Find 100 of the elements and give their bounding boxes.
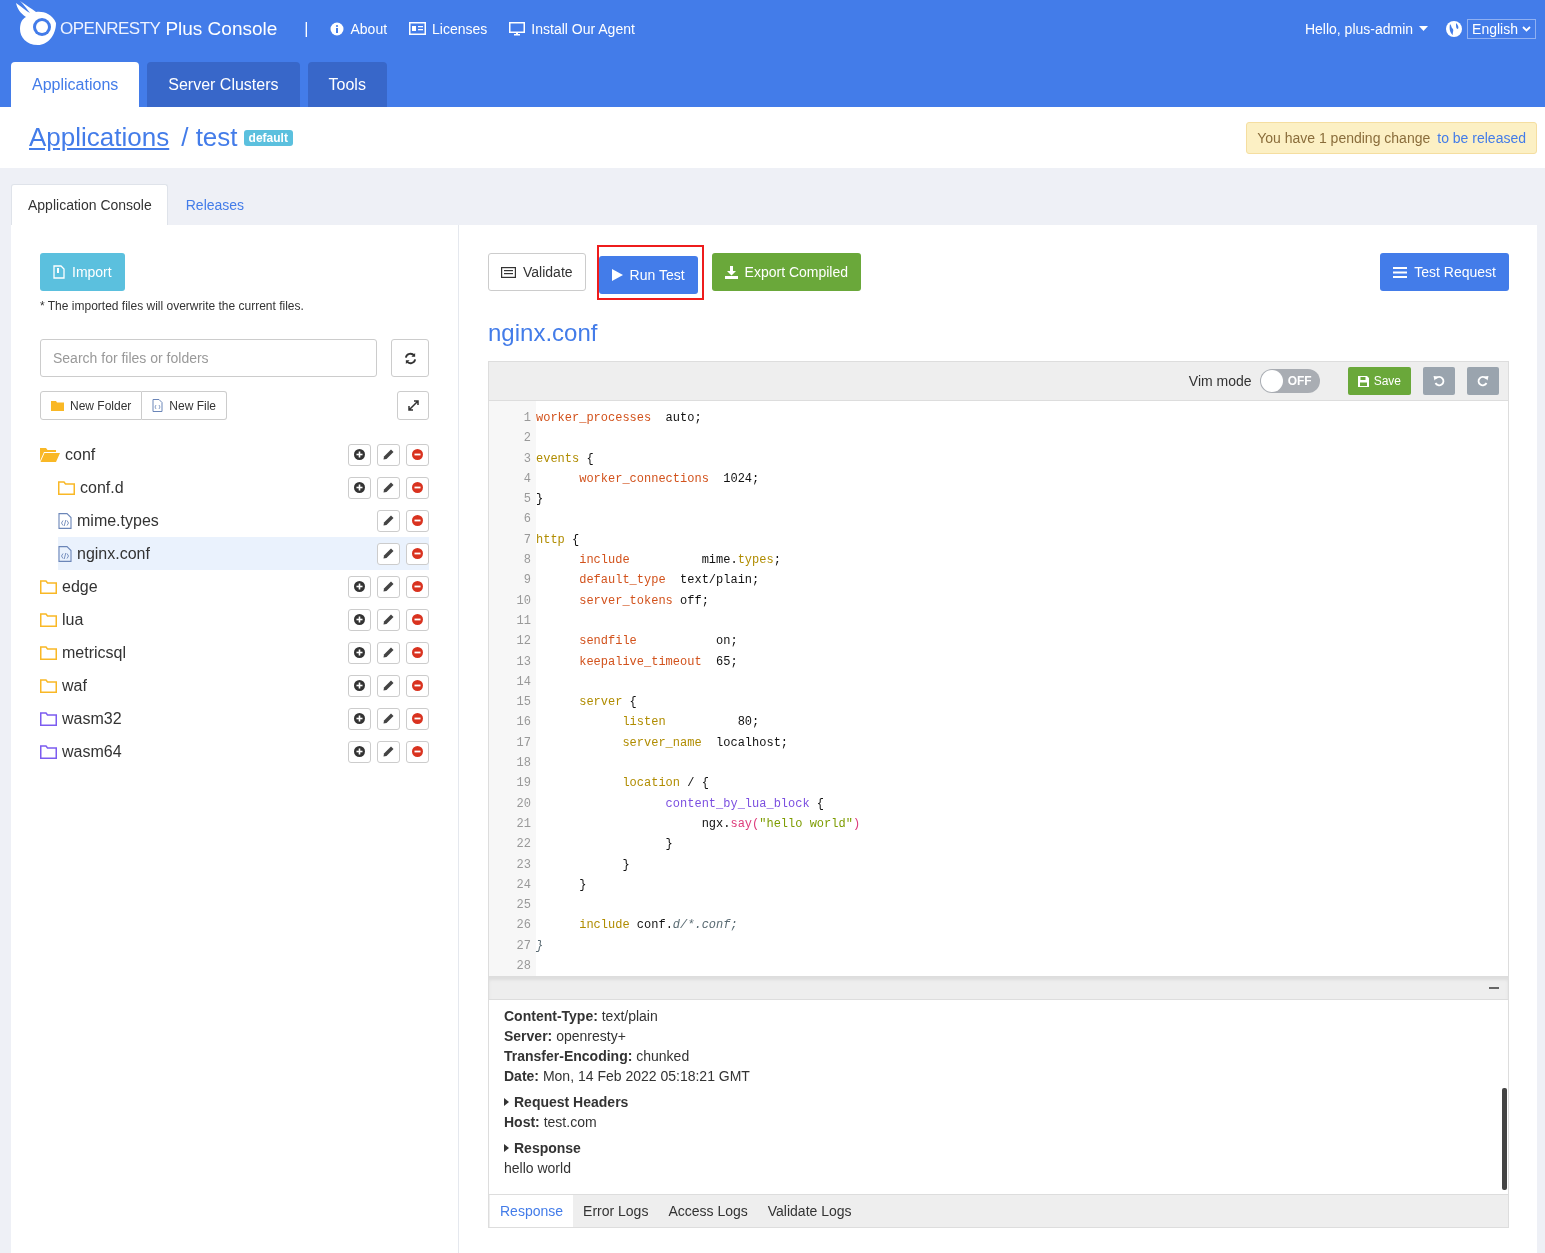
delete-button[interactable] xyxy=(406,740,429,763)
tree-item[interactable]: metricsql xyxy=(40,636,429,669)
tree-item-name: mime.types xyxy=(77,511,159,530)
code-line: include conf.d/*.conf; xyxy=(578,917,738,935)
delete-button[interactable] xyxy=(406,542,429,565)
main-tab[interactable]: Server Clusters xyxy=(147,62,300,107)
add-button[interactable] xyxy=(348,707,371,730)
edit-button[interactable] xyxy=(377,509,400,532)
delete-button[interactable] xyxy=(406,443,429,466)
add-button[interactable] xyxy=(348,443,371,466)
line-number: 12 xyxy=(515,633,532,651)
scrollbar-thumb[interactable] xyxy=(1502,1088,1507,1190)
page-tab[interactable]: Releases xyxy=(169,184,260,225)
plus-icon xyxy=(354,680,365,691)
header-line: Content-Type: text/plain xyxy=(504,1007,659,1026)
alert-text: You have 1 pending change xyxy=(1257,129,1431,146)
vim-mode-label: Vim mode xyxy=(1188,373,1252,389)
tree-item[interactable]: conf.d xyxy=(58,471,429,504)
edit-button[interactable] xyxy=(377,542,400,565)
code-line: listen 80; xyxy=(621,714,760,732)
line-number: 17 xyxy=(515,734,532,752)
language-select[interactable]: English xyxy=(1467,18,1536,39)
code-line: server { xyxy=(578,694,637,712)
toolbar-button[interactable]: Validate xyxy=(488,253,586,291)
logo-wordmark: OPENRESTY xyxy=(60,18,161,39)
line-number: 9 xyxy=(522,572,532,590)
delete-button[interactable] xyxy=(406,575,429,598)
expand-icon xyxy=(407,400,419,411)
breadcrumb-link[interactable]: Applications xyxy=(29,122,170,153)
code-line: location / { xyxy=(621,775,709,793)
import-note: * The imported files will overwrite the current files. xyxy=(40,299,305,313)
plus-icon xyxy=(354,713,365,724)
edit-button[interactable] xyxy=(377,608,400,631)
add-button[interactable] xyxy=(348,608,371,631)
tree-item[interactable]: wasm32 xyxy=(40,702,429,735)
tree-item[interactable]: mime.types xyxy=(58,504,429,537)
pencil-icon xyxy=(383,515,394,526)
search-field[interactable]: Search for files or folders xyxy=(40,339,378,377)
log-tab[interactable]: Error Logs xyxy=(573,1195,659,1227)
new-file-button[interactable]: New File xyxy=(142,391,228,420)
release-link[interactable]: to be released xyxy=(1437,129,1526,146)
add-button[interactable] xyxy=(348,641,371,664)
tree-item-name: conf.d xyxy=(80,478,124,497)
code-line: events { xyxy=(536,450,594,468)
pencil-icon xyxy=(383,713,394,724)
pencil-icon xyxy=(383,581,394,592)
header-line: Host: test.com xyxy=(504,1113,598,1132)
user-menu[interactable]: Hello, plus-admin xyxy=(1304,20,1429,37)
delete-button[interactable] xyxy=(406,509,429,532)
log-tab[interactable]: Access Logs xyxy=(658,1195,758,1227)
expand-button[interactable] xyxy=(397,391,429,420)
list-icon xyxy=(1393,266,1408,278)
delete-button[interactable] xyxy=(406,476,429,499)
page-tab[interactable]: Application Console xyxy=(11,184,168,225)
add-button[interactable] xyxy=(348,575,371,598)
line-number: 10 xyxy=(515,592,532,610)
edit-button[interactable] xyxy=(377,740,400,763)
delete-button[interactable] xyxy=(406,707,429,730)
edit-button[interactable] xyxy=(377,707,400,730)
log-tab[interactable]: Validate Logs xyxy=(757,1195,862,1227)
edit-button[interactable] xyxy=(377,476,400,499)
default-badge: default xyxy=(243,129,293,146)
edit-button[interactable] xyxy=(377,575,400,598)
tree-item[interactable]: lua xyxy=(40,603,429,636)
main-tab[interactable]: Applications xyxy=(11,62,140,107)
refresh-button[interactable] xyxy=(391,339,429,377)
delete-button[interactable] xyxy=(406,641,429,664)
caret-icon[interactable] xyxy=(504,1098,509,1106)
delete-button[interactable] xyxy=(406,608,429,631)
add-button[interactable] xyxy=(348,674,371,697)
add-button[interactable] xyxy=(348,740,371,763)
nav-link[interactable]: Licenses xyxy=(409,20,488,37)
nav-link[interactable]: Install Our Agent xyxy=(509,20,635,37)
section-title[interactable]: Request Headers xyxy=(514,1092,629,1112)
tree-item[interactable]: edge xyxy=(40,570,429,603)
edit-button[interactable] xyxy=(377,443,400,466)
main-tab[interactable]: Tools xyxy=(307,62,387,107)
tree-item[interactable]: nginx.conf xyxy=(58,537,429,570)
caret-icon xyxy=(1419,26,1429,31)
toolbar-button[interactable]: Run Test xyxy=(598,256,698,294)
edit-button[interactable] xyxy=(377,641,400,664)
line-number: 13 xyxy=(515,653,532,671)
nav-link[interactable]: About xyxy=(330,20,388,37)
test-request-button[interactable]: Test Request xyxy=(1380,253,1509,291)
add-button[interactable] xyxy=(348,476,371,499)
section-title[interactable]: Response xyxy=(514,1138,581,1158)
pencil-icon xyxy=(383,647,394,658)
pencil-icon xyxy=(383,482,394,493)
tree-item[interactable]: wasm64 xyxy=(40,735,429,768)
code-line: } xyxy=(536,937,544,955)
delete-button[interactable] xyxy=(406,674,429,697)
header-line: Server: openresty+ xyxy=(504,1027,627,1046)
minus-circle-icon xyxy=(412,515,423,526)
edit-button[interactable] xyxy=(377,674,400,697)
new-folder-button[interactable]: New Folder xyxy=(40,391,143,420)
tree-item[interactable]: waf xyxy=(40,669,429,702)
log-tab[interactable]: Response xyxy=(490,1195,574,1227)
line-number: 28 xyxy=(515,958,532,975)
tree-item[interactable]: conf xyxy=(40,438,429,471)
caret-icon[interactable] xyxy=(504,1144,509,1152)
